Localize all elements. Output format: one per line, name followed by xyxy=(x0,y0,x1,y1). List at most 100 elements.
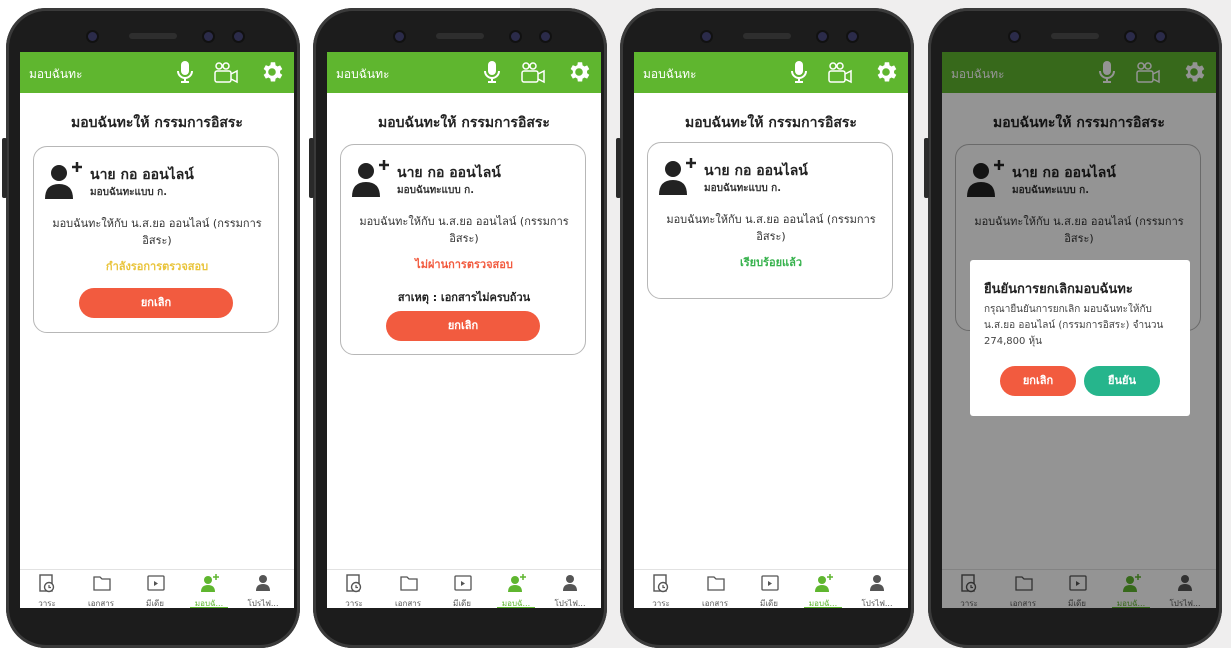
front-camera xyxy=(818,32,827,41)
dialog-cancel-button[interactable]: ยกเลิก xyxy=(1000,366,1076,396)
phone-frame-4: มอบฉันทะ มอบฉันทะให้ กรรมการอิสระ นาย กอ… xyxy=(924,8,1222,648)
nav-item-documents[interactable]: เอกสาร xyxy=(381,570,435,608)
folder-icon xyxy=(400,576,418,591)
nav-label: มีเดีย xyxy=(760,599,778,608)
front-camera xyxy=(204,32,213,41)
media-icon xyxy=(761,575,779,591)
microphone-icon[interactable] xyxy=(790,60,808,84)
nav-item-profile[interactable]: โปรไฟ... xyxy=(850,570,904,608)
grantor-name: นาย กอ ออนไลน์ xyxy=(90,167,194,183)
side-button xyxy=(616,138,621,198)
front-camera xyxy=(1126,32,1135,41)
page-title: มอบฉันทะให้ กรรมการอิสระ xyxy=(685,115,857,131)
microphone-icon[interactable] xyxy=(483,60,501,84)
cancel-button[interactable]: ยกเลิก xyxy=(386,311,540,341)
nav-item-media[interactable]: มีเดีย xyxy=(128,570,182,608)
speaker-grille xyxy=(1051,33,1099,39)
sensor-dot xyxy=(1010,32,1019,41)
front-camera xyxy=(511,32,520,41)
nav-label: วาระ xyxy=(652,599,670,608)
dialog-title: ยืนยันการยกเลิกมอบฉันทะ xyxy=(984,282,1133,297)
nav-item-proxy[interactable]: มอบฉั... xyxy=(796,570,850,608)
folder-icon xyxy=(93,576,111,591)
nav-item-proxy[interactable]: มอบฉั... xyxy=(182,570,236,608)
proxy-card: นาย กอ ออนไลน์ มอบฉันทะแบบ ก. มอบฉันทะให… xyxy=(33,146,279,333)
video-call-icon[interactable] xyxy=(213,62,239,84)
proxy-type: มอบฉันทะแบบ ก. xyxy=(397,185,475,196)
nav-item-proxy[interactable]: มอบฉั... xyxy=(489,570,543,608)
page-title: มอบฉันทะให้ กรรมการอิสระ xyxy=(71,115,243,131)
bottom-nav: วาระ เอกสาร มีเดีย มอบฉั... โปรไฟ... xyxy=(327,569,601,608)
media-icon xyxy=(147,575,165,591)
status-text: เรียบร้อยแล้ว xyxy=(739,256,803,269)
proxy-card: นาย กอ ออนไลน์ มอบฉันทะแบบ ก. มอบฉันทะให… xyxy=(647,142,893,299)
gear-icon[interactable] xyxy=(566,59,592,85)
proxy-description: มอบฉันทะให้กับ น.ส.ยอ ออนไลน์ (กรรมการอิ… xyxy=(666,213,876,243)
side-button xyxy=(309,138,314,198)
agenda-icon xyxy=(39,574,55,593)
active-indicator xyxy=(497,607,535,608)
side-button xyxy=(924,138,929,198)
nav-label: เอกสาร xyxy=(394,599,422,608)
add-user-icon xyxy=(508,574,526,592)
media-icon xyxy=(454,575,472,591)
phone-frame-3: มอบฉันทะ มอบฉันทะให้ กรรมการอิสระ นาย กอ… xyxy=(616,8,914,648)
gear-icon[interactable] xyxy=(259,59,285,85)
proxy-type: มอบฉันทะแบบ ก. xyxy=(90,187,168,198)
phone-frame-1: มอบฉันทะ มอบฉันทะให้ กรรมการอิสระ นาย กอ… xyxy=(2,8,300,648)
add-user-icon xyxy=(201,574,219,592)
screen: มอบฉันทะ มอบฉันทะให้ กรรมการอิสระ นาย กอ… xyxy=(634,52,908,608)
nav-label: มีเดีย xyxy=(453,599,471,608)
proxy-type: มอบฉันทะแบบ ก. xyxy=(704,183,782,194)
grantor-name: นาย กอ ออนไลน์ xyxy=(704,163,808,179)
video-call-icon[interactable] xyxy=(520,62,546,84)
active-indicator xyxy=(804,607,842,608)
gear-icon[interactable] xyxy=(873,59,899,85)
nav-item-media[interactable]: มีเดีย xyxy=(742,570,796,608)
cancel-button[interactable]: ยกเลิก xyxy=(79,288,233,318)
app-bar: มอบฉันทะ xyxy=(634,52,908,93)
screen: มอบฉันทะ มอบฉันทะให้ กรรมการอิสระ นาย กอ… xyxy=(327,52,601,608)
nav-label: โปรไฟ... xyxy=(861,599,893,608)
front-camera-2 xyxy=(1156,32,1165,41)
nav-item-agenda[interactable]: วาระ xyxy=(20,570,74,608)
sensor-dot xyxy=(395,32,404,41)
add-user-icon xyxy=(352,160,389,197)
nav-label: มีเดีย xyxy=(146,599,164,608)
folder-icon xyxy=(707,576,725,591)
sensor-dot xyxy=(702,32,711,41)
proxy-description: มอบฉันทะให้กับ น.ส.ยอ ออนไลน์ (กรรมการอิ… xyxy=(359,215,569,245)
dialog-confirm-button[interactable]: ยืนยัน xyxy=(1084,366,1160,396)
video-call-icon[interactable] xyxy=(827,62,853,84)
status-text: ไม่ผ่านการตรวจสอบ xyxy=(415,258,513,271)
nav-item-agenda[interactable]: วาระ xyxy=(327,570,381,608)
add-user-icon xyxy=(659,158,696,195)
agenda-icon xyxy=(346,574,362,593)
bottom-nav: วาระ เอกสาร มีเดีย มอบฉั... โปรไฟ... xyxy=(634,569,908,608)
add-user-icon xyxy=(815,574,833,592)
profile-icon xyxy=(870,575,884,591)
nav-item-documents[interactable]: เอกสาร xyxy=(688,570,742,608)
bottom-nav: วาระ เอกสาร มีเดีย มอบฉั... โปรไฟ... xyxy=(20,569,294,608)
proxy-description: มอบฉันทะให้กับ น.ส.ยอ ออนไลน์ (กรรมการอิ… xyxy=(52,217,262,247)
nav-label: เอกสาร xyxy=(87,599,115,608)
app-title: มอบฉันทะ xyxy=(336,67,390,81)
sensor-dot xyxy=(88,32,97,41)
front-camera-2 xyxy=(541,32,550,41)
status-text: กำลังรอการตรวจสอบ xyxy=(105,260,209,273)
nav-item-documents[interactable]: เอกสาร xyxy=(74,570,128,608)
nav-label: โปรไฟ... xyxy=(554,599,586,608)
front-camera-2 xyxy=(234,32,243,41)
profile-icon xyxy=(563,575,577,591)
app-title: มอบฉันทะ xyxy=(29,67,83,81)
speaker-grille xyxy=(129,33,177,39)
microphone-icon[interactable] xyxy=(176,60,194,84)
nav-item-profile[interactable]: โปรไฟ... xyxy=(543,570,597,608)
confirm-dialog: ยืนยันการยกเลิกมอบฉันทะ กรุณายืนยันการยก… xyxy=(970,260,1190,416)
front-camera-2 xyxy=(848,32,857,41)
nav-item-agenda[interactable]: วาระ xyxy=(634,570,688,608)
nav-item-profile[interactable]: โปรไฟ... xyxy=(236,570,290,608)
nav-item-media[interactable]: มีเดีย xyxy=(435,570,489,608)
speaker-grille xyxy=(436,33,484,39)
dialog-message: กรุณายืนยันการยกเลิก มอบฉันทะให้กับ น.ส.… xyxy=(984,304,1164,347)
